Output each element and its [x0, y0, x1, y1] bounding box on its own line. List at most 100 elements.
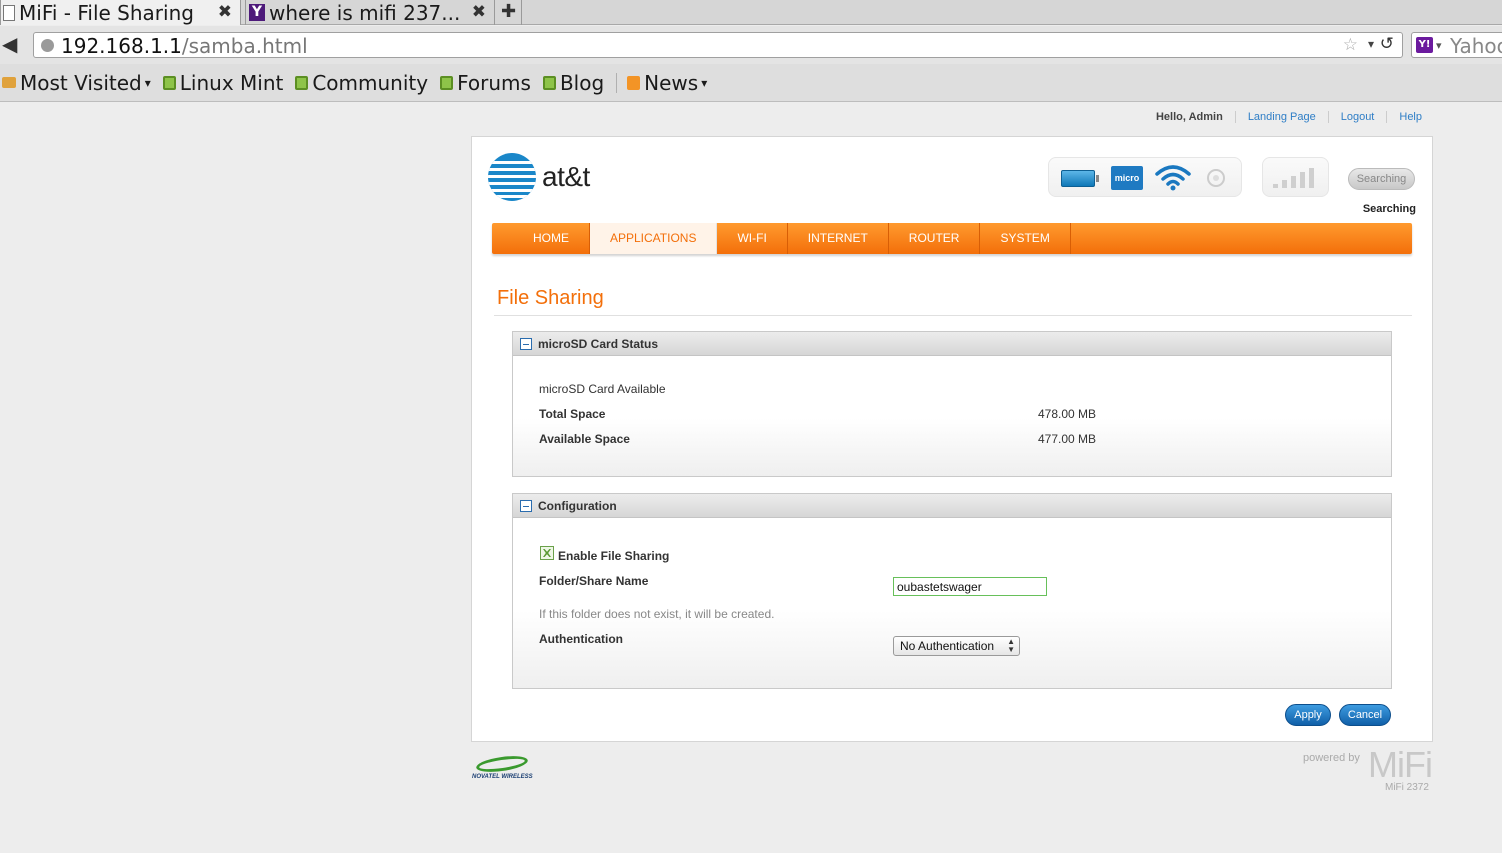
updown-arrows-icon: ▲ ▼ — [1007, 637, 1015, 654]
bookmark-label: Blog — [559, 70, 605, 95]
connection-status-label: Searching — [1362, 203, 1416, 215]
mifi-wordmark: MiFi — [1368, 744, 1433, 785]
bookmark-label: Community — [312, 70, 429, 95]
yahoo-icon: Y — [249, 4, 265, 21]
new-tab-button[interactable]: ✚ — [496, 0, 522, 25]
sd-availability: microSD Card Available — [539, 382, 666, 396]
help-link[interactable]: Help — [1399, 111, 1422, 123]
chevron-down-icon: ▾ — [144, 75, 151, 90]
novatel-swoosh-icon — [475, 753, 529, 775]
signal-strength-icon — [1262, 157, 1329, 197]
bookmark-most-visited[interactable]: Most Visited ▾ — [2, 71, 151, 95]
section-title: Configuration — [538, 498, 617, 513]
apply-button[interactable]: Apply — [1285, 704, 1331, 726]
chevron-down-icon[interactable]: ▾ — [1368, 37, 1374, 51]
nav-internet[interactable]: INTERNET — [788, 223, 889, 254]
available-space-value: 477.00 MB — [1038, 432, 1097, 446]
bookmark-label: Forums — [457, 70, 531, 95]
yahoo-icon[interactable]: Y! — [1416, 37, 1433, 53]
novatel-logo: NOVATEL WIRELESS — [472, 753, 534, 785]
bookmark-forums[interactable]: Forums — [440, 71, 531, 95]
nav-router[interactable]: ROUTER — [889, 223, 981, 254]
mifi-model: MiFi 2372 — [1385, 782, 1429, 793]
configuration-section: Configuration Enable File Sharing Folder… — [512, 493, 1392, 689]
mifi-logo: powered by MiFi MiFi 2372 — [1300, 744, 1440, 798]
rss-icon — [627, 75, 641, 90]
section-header[interactable]: Configuration — [513, 494, 1391, 518]
folder-name-input[interactable] — [893, 577, 1047, 596]
gps-icon — [1207, 169, 1225, 187]
reload-icon[interactable]: ↺ — [1380, 34, 1394, 54]
brand-name: at&t — [542, 161, 590, 192]
collapse-icon[interactable] — [520, 337, 532, 350]
back-arrow-icon[interactable]: ◀ — [2, 32, 17, 56]
bookmark-star-icon[interactable]: ☆ — [1343, 35, 1358, 55]
nav-wifi[interactable]: WI-FI — [717, 223, 788, 254]
cancel-button[interactable]: Cancel — [1339, 704, 1391, 726]
search-input[interactable]: Y! ▾ Yahoo — [1411, 32, 1502, 58]
globe-icon — [41, 39, 54, 52]
folder-name-label: Folder/Share Name — [539, 574, 649, 588]
device-status-icons: micro — [1048, 157, 1242, 197]
tab-bar: MiFi - File Sharing ✖ Y where is mifi 23… — [0, 0, 1502, 25]
folder-icon — [2, 77, 16, 88]
mint-icon — [440, 75, 454, 90]
main-panel: at&t micro Searching Searching HOME APPL… — [471, 136, 1433, 742]
nav-home[interactable]: HOME — [492, 223, 590, 254]
page-icon — [3, 4, 15, 21]
landing-page-link[interactable]: Landing Page — [1248, 111, 1316, 123]
close-icon[interactable]: ✖ — [218, 2, 232, 22]
section-header[interactable]: microSD Card Status — [513, 332, 1391, 356]
nav-applications[interactable]: APPLICATIONS — [590, 223, 718, 254]
att-globe-icon — [488, 153, 536, 201]
available-space-label: Available Space — [539, 432, 630, 446]
mint-icon — [162, 75, 176, 90]
tab-yahoo-search[interactable]: Y where is mifi 237... ✖ — [245, 0, 495, 25]
enable-file-sharing-label: Enable File Sharing — [558, 549, 670, 563]
att-logo: at&t — [488, 153, 590, 201]
tab-title: MiFi - File Sharing — [19, 0, 194, 25]
microsd-icon: micro — [1111, 166, 1143, 190]
tab-mifi-file-sharing[interactable]: MiFi - File Sharing ✖ — [0, 0, 241, 25]
mint-icon — [542, 75, 556, 90]
bookmark-label: Linux Mint — [179, 70, 284, 95]
mint-icon — [295, 75, 309, 90]
navigation-toolbar: ◀ 192.168.1.1/samba.html ☆ ▾ ↺ Y! ▾ Yaho… — [0, 26, 1502, 64]
close-icon[interactable]: ✖ — [472, 2, 486, 22]
main-nav: HOME APPLICATIONS WI-FI INTERNET ROUTER … — [492, 223, 1412, 254]
microsd-status-section: microSD Card Status microSD Card Availab… — [512, 331, 1392, 477]
bookmarks-toolbar: Most Visited ▾ Linux Mint Community Foru… — [0, 64, 1502, 102]
chevron-down-icon[interactable]: ▾ — [1436, 39, 1442, 52]
battery-icon — [1061, 170, 1099, 187]
url-text: 192.168.1.1/samba.html — [61, 34, 308, 58]
bookmark-blog[interactable]: Blog — [542, 70, 605, 95]
greeting: Hello, Admin — [1155, 111, 1223, 123]
authentication-label: Authentication — [539, 632, 623, 646]
total-space-value: 478.00 MB — [1038, 407, 1097, 421]
total-space-label: Total Space — [539, 407, 606, 421]
bookmark-news[interactable]: News ▾ — [627, 71, 707, 95]
bookmark-label: News — [644, 70, 699, 95]
logout-link[interactable]: Logout — [1341, 111, 1375, 123]
wifi-icon — [1155, 165, 1191, 191]
authentication-select[interactable]: No Authentication ▲ ▼ — [893, 636, 1020, 656]
nav-system[interactable]: SYSTEM — [980, 223, 1071, 254]
bookmark-label: Most Visited — [20, 70, 142, 95]
bookmark-linux-mint[interactable]: Linux Mint — [162, 70, 284, 95]
page-title: File Sharing — [497, 287, 604, 309]
connection-status-button[interactable]: Searching — [1348, 168, 1415, 190]
bookmark-separator — [616, 72, 618, 93]
collapse-icon[interactable] — [520, 499, 532, 512]
powered-by-text: powered by — [1303, 752, 1360, 764]
url-bar[interactable]: 192.168.1.1/samba.html ☆ ▾ ↺ — [33, 32, 1403, 58]
section-title: microSD Card Status — [538, 336, 659, 351]
chevron-down-icon: ▾ — [701, 75, 708, 90]
tab-title: where is mifi 237... — [269, 0, 461, 25]
authentication-value: No Authentication — [900, 639, 995, 653]
bookmark-community[interactable]: Community — [295, 71, 428, 95]
search-placeholder: Yahoo — [1450, 34, 1502, 58]
page-content: Hello, Admin Landing Page Logout Help at… — [0, 103, 1502, 853]
novatel-text: NOVATEL WIRELESS — [472, 774, 533, 780]
divider — [494, 315, 1412, 316]
enable-file-sharing-checkbox[interactable] — [540, 546, 554, 560]
